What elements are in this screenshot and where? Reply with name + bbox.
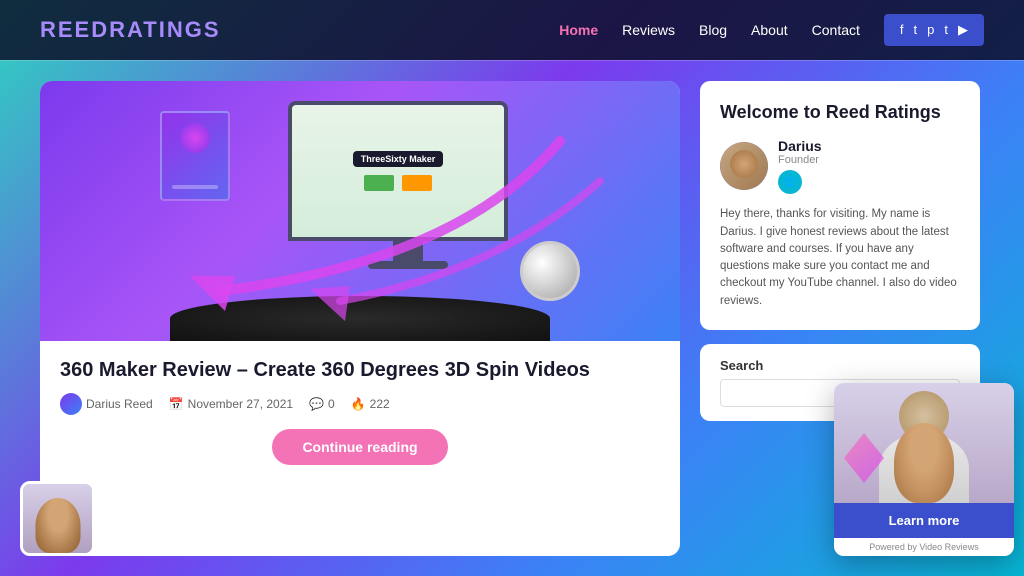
view-count: 222: [370, 397, 390, 411]
camera-ball-graphic: [520, 241, 580, 301]
author-role: Founder: [778, 154, 822, 166]
meta-date: 📅 November 27, 2021: [169, 397, 293, 411]
calendar-icon: 📅: [169, 397, 184, 411]
meta-views: 🔥 222: [351, 397, 390, 411]
author-avatar: [720, 142, 768, 190]
author-name: Darius Reed: [86, 397, 153, 411]
main-nav: Home Reviews Blog About Contact f t p t …: [559, 14, 984, 46]
comment-count: 0: [328, 397, 335, 411]
nav-about[interactable]: About: [751, 22, 788, 38]
author-social-icon[interactable]: 🌐: [778, 170, 802, 194]
nav-home[interactable]: Home: [559, 22, 598, 38]
monitor-stand: [393, 241, 423, 261]
monitor-graphic: ThreeSixty Maker: [288, 101, 528, 281]
meta-author: Darius Reed: [60, 393, 153, 415]
product-box-graphic: [160, 111, 250, 221]
author-mini-avatar: [60, 393, 82, 415]
bottom-left-thumbnail[interactable]: [20, 481, 95, 556]
monitor-base: [368, 261, 448, 269]
stage-platform: [170, 296, 550, 341]
video-person-image: [834, 383, 1014, 503]
video-thumbnail: [834, 383, 1014, 503]
nav-contact[interactable]: Contact: [812, 22, 860, 38]
article-date: November 27, 2021: [188, 397, 293, 411]
twitter-icon[interactable]: t: [914, 22, 918, 38]
monitor-screen: ThreeSixty Maker: [288, 101, 508, 241]
author-details: Darius Founder 🌐: [778, 138, 822, 194]
welcome-widget: Welcome to Reed Ratings Darius Founder 🌐…: [700, 81, 980, 330]
facebook-icon[interactable]: f: [900, 22, 904, 38]
article-title: 360 Maker Review – Create 360 Degrees 3D…: [60, 357, 660, 383]
logo-text: ReedRatings: [40, 17, 221, 42]
video-overlay-widget: Learn more Powered by Video Reviews: [834, 383, 1014, 556]
article-meta: Darius Reed 📅 November 27, 2021 💬 0 🔥 22…: [60, 393, 660, 415]
article-body: 360 Maker Review – Create 360 Degrees 3D…: [40, 341, 680, 481]
article-card: ThreeSixty Maker: [40, 81, 680, 556]
threesixty-badge: ThreeSixty Maker: [353, 151, 444, 167]
box-face: [160, 111, 230, 201]
nav-blog[interactable]: Blog: [699, 22, 727, 38]
youtube-icon[interactable]: ▶: [958, 22, 968, 38]
author-info: Darius Founder 🌐: [720, 138, 960, 194]
video-footer-text: Powered by Video Reviews: [834, 538, 1014, 556]
article-featured-image: ThreeSixty Maker: [40, 81, 680, 341]
nav-reviews[interactable]: Reviews: [622, 22, 675, 38]
social-icons-bar: f t p t ▶: [884, 14, 984, 46]
thumbnail-image: [23, 484, 92, 553]
comment-icon: 💬: [309, 397, 324, 411]
pinterest-icon[interactable]: p: [927, 22, 934, 38]
meta-comments: 💬 0: [309, 397, 335, 411]
welcome-title: Welcome to Reed Ratings: [720, 101, 960, 124]
monitor-screen-inner: ThreeSixty Maker: [292, 105, 504, 237]
continue-reading-button[interactable]: Continue reading: [272, 429, 447, 465]
site-logo[interactable]: ReedRatings: [40, 17, 221, 43]
tumblr-icon[interactable]: t: [944, 22, 948, 38]
author-display-name: Darius: [778, 138, 822, 154]
learn-more-button[interactable]: Learn more: [834, 503, 1014, 538]
site-header: ReedRatings Home Reviews Blog About Cont…: [0, 0, 1024, 60]
views-icon: 🔥: [351, 397, 366, 411]
bio-text: Hey there, thanks for visiting. My name …: [720, 206, 960, 310]
search-label: Search: [720, 358, 960, 373]
